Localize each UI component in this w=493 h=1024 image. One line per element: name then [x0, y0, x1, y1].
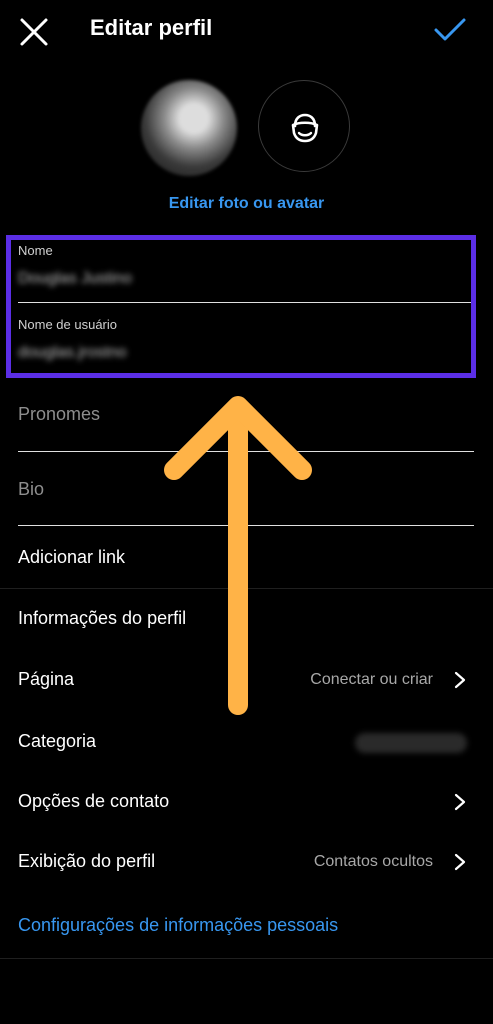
close-button[interactable]	[16, 14, 52, 50]
chevron-right-icon	[454, 671, 466, 689]
annotation-arrow	[164, 396, 312, 715]
add-link-button[interactable]: Adicionar link	[18, 547, 125, 568]
edit-photo-link[interactable]: Editar foto ou avatar	[0, 195, 493, 213]
profile-display-row-value[interactable]: Contatos ocultos	[314, 853, 433, 871]
save-button[interactable]	[430, 12, 470, 48]
checkmark-icon	[434, 18, 466, 41]
divider	[0, 958, 493, 959]
chevron-right-icon	[454, 853, 466, 871]
personal-info-settings-link[interactable]: Configurações de informações pessoais	[18, 915, 338, 936]
profile-photo[interactable]	[141, 80, 237, 176]
profile-display-row-label[interactable]: Exibição do perfil	[18, 851, 155, 872]
top-bar: Editar perfil	[0, 0, 493, 60]
category-value-blurred	[355, 733, 467, 753]
close-icon	[20, 18, 48, 46]
page-title: Editar perfil	[90, 15, 213, 40]
avatar-button[interactable]	[258, 80, 350, 172]
avatar-face-icon	[291, 113, 319, 143]
contact-options-row-label[interactable]: Opções de contato	[18, 791, 169, 812]
page-row-label[interactable]: Página	[18, 669, 74, 690]
category-row-label[interactable]: Categoria	[18, 731, 96, 752]
chevron-right-icon	[454, 793, 466, 811]
highlight-box	[6, 235, 476, 378]
